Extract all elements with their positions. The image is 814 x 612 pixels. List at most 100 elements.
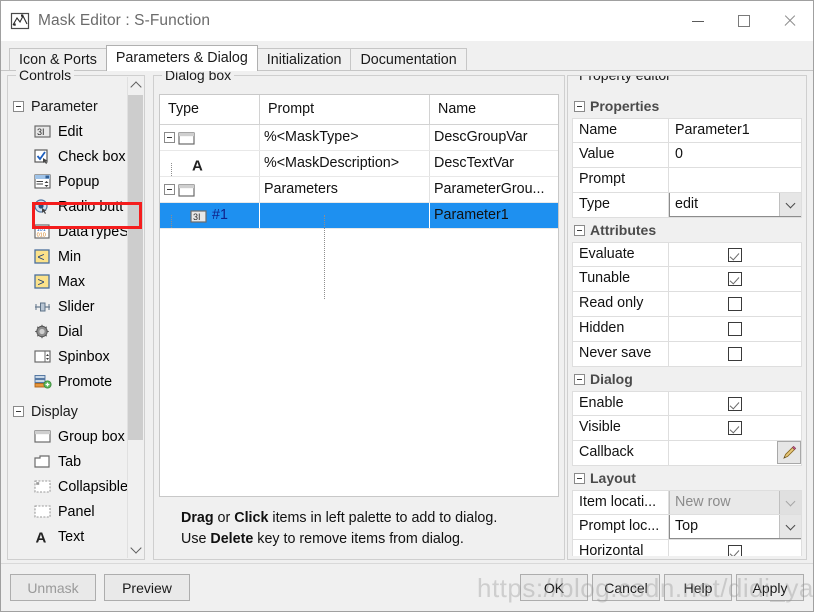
scroll-up-icon[interactable] — [128, 77, 143, 94]
row-prompt-cell[interactable]: Parameters — [260, 177, 430, 202]
property-row-callback[interactable]: Callback — [572, 441, 802, 466]
row-name-cell[interactable]: Parameter1 — [430, 203, 558, 228]
property-section-attributes[interactable]: Attributes — [572, 218, 802, 242]
hidden-checkbox[interactable] — [728, 322, 742, 336]
table-row[interactable]: Parameters ParameterGrou... — [160, 177, 558, 203]
palette-item-text[interactable]: A Text — [9, 524, 128, 549]
property-row-evaluate[interactable]: Evaluate — [572, 242, 802, 267]
value-field[interactable]: 0 — [669, 143, 801, 167]
collapse-expander-icon[interactable] — [574, 101, 585, 112]
item-location-cell: New row — [669, 491, 801, 514]
row-prompt-cell[interactable]: %<MaskType> — [260, 125, 430, 150]
property-row-prompt-location[interactable]: Prompt loc... Top — [572, 515, 802, 540]
property-section-dialog[interactable]: Dialog — [572, 367, 802, 391]
row-prompt-cell[interactable] — [260, 203, 430, 228]
maximize-button[interactable] — [721, 1, 767, 41]
palette-item-collapsible[interactable]: Collapsible — [9, 474, 128, 499]
property-row-item-location[interactable]: Item locati... New row — [572, 490, 802, 515]
type-select[interactable]: edit — [669, 193, 801, 217]
close-button[interactable] — [767, 1, 813, 41]
tab-parameters-and-dialog[interactable]: Parameters & Dialog — [106, 45, 258, 71]
property-row-tunable[interactable]: Tunable — [572, 267, 802, 292]
row-prompt-cell[interactable]: %<MaskDescription> — [260, 151, 430, 176]
property-row-name[interactable]: Name Parameter1 — [572, 118, 802, 143]
name-field[interactable]: Parameter1 — [669, 119, 801, 142]
palette-item-radio-button[interactable]: Radio butt — [9, 194, 128, 219]
palette-group-display[interactable]: Display — [9, 399, 128, 424]
tab-documentation[interactable]: Documentation — [350, 48, 466, 71]
minimize-button[interactable] — [675, 1, 721, 41]
collapse-expander-icon[interactable] — [13, 101, 24, 112]
property-row-read-only[interactable]: Read only — [572, 292, 802, 317]
collapse-expander-icon[interactable] — [574, 225, 585, 236]
apply-button[interactable]: Apply — [736, 574, 804, 601]
palette-item-slider[interactable]: Slider — [9, 294, 128, 319]
ok-button[interactable]: OK — [520, 574, 588, 601]
palette-item-promote[interactable]: Promote — [9, 369, 128, 394]
property-row-prompt[interactable]: Prompt — [572, 168, 802, 193]
visible-checkbox[interactable] — [728, 421, 742, 435]
palette-item-min[interactable]: < Min — [9, 244, 128, 269]
prompt-location-select[interactable]: Top — [669, 515, 801, 539]
property-row-horizontal[interactable]: Horizontal — [572, 540, 802, 556]
property-row-value[interactable]: Value 0 — [572, 143, 802, 168]
property-section-properties[interactable]: Properties — [572, 94, 802, 118]
row-name-cell[interactable]: ParameterGrou... — [430, 177, 558, 202]
palette-group-parameter[interactable]: Parameter — [9, 94, 128, 119]
evaluate-checkbox[interactable] — [728, 248, 742, 262]
prompt-field[interactable] — [669, 168, 801, 192]
never-save-checkbox[interactable] — [728, 347, 742, 361]
property-row-type[interactable]: Type edit — [572, 193, 802, 218]
collapse-expander-icon[interactable] — [13, 406, 24, 417]
palette-item-group-box[interactable]: Group box — [9, 424, 128, 449]
enable-checkbox[interactable] — [728, 397, 742, 411]
row-expander-icon[interactable] — [164, 132, 175, 143]
scroll-down-icon[interactable] — [128, 541, 143, 558]
palette-item-panel[interactable]: Panel — [9, 499, 128, 524]
table-row[interactable]: %<MaskType> DescGroupVar — [160, 125, 558, 151]
row-name-cell[interactable]: DescGroupVar — [430, 125, 558, 150]
column-header-type[interactable]: Type — [160, 95, 260, 124]
palette-item-edit[interactable]: 3I Edit — [9, 119, 128, 144]
palette-item-popup[interactable]: Popup — [9, 169, 128, 194]
palette-item-spinbox[interactable]: Spinbox — [9, 344, 128, 369]
palette-item-dial[interactable]: Dial — [9, 319, 128, 344]
property-row-never-save[interactable]: Never save — [572, 342, 802, 367]
hint-line-1: Drag or Click items in left palette to a… — [181, 508, 559, 529]
palette-item-datatypestr[interactable]: 101010 DataTypeS — [9, 219, 128, 244]
cancel-button[interactable]: Cancel — [592, 574, 660, 601]
help-button[interactable]: Help — [664, 574, 732, 601]
collapse-expander-icon[interactable] — [574, 374, 585, 385]
preview-button[interactable]: Preview — [104, 574, 190, 601]
palette-scrollbar[interactable] — [127, 77, 143, 558]
chevron-down-icon[interactable] — [779, 491, 801, 514]
collapse-expander-icon[interactable] — [574, 473, 585, 484]
dialog-items-grid[interactable]: Type Prompt Name %<MaskType> DescGroupVa… — [159, 94, 559, 497]
table-row[interactable]: 3I #1 Parameter1 — [160, 203, 558, 229]
chevron-down-icon[interactable] — [779, 515, 801, 538]
row-name-cell[interactable]: DescTextVar — [430, 151, 558, 176]
row-expander-icon[interactable] — [164, 184, 175, 195]
table-row[interactable]: A %<MaskDescription> DescTextVar — [160, 151, 558, 177]
property-row-hidden[interactable]: Hidden — [572, 317, 802, 342]
read-only-checkbox[interactable] — [728, 297, 742, 311]
chevron-down-icon[interactable] — [779, 193, 801, 216]
callback-cell[interactable] — [669, 441, 801, 465]
palette-item-max[interactable]: > Max — [9, 269, 128, 294]
scrollbar-thumb[interactable] — [128, 95, 143, 440]
column-header-prompt[interactable]: Prompt — [260, 95, 430, 124]
palette-item-tab[interactable]: Tab — [9, 449, 128, 474]
item-location-select[interactable]: New row — [669, 491, 801, 514]
property-row-visible[interactable]: Visible — [572, 416, 802, 441]
property-section-layout[interactable]: Layout — [572, 466, 802, 490]
unmask-button[interactable]: Unmask — [10, 574, 96, 601]
property-label: Read only — [573, 292, 669, 316]
tunable-checkbox[interactable] — [728, 272, 742, 286]
horizontal-checkbox[interactable] — [728, 545, 742, 556]
property-row-enable[interactable]: Enable — [572, 391, 802, 416]
column-header-name[interactable]: Name — [430, 95, 558, 124]
palette-item-check-box[interactable]: Check box — [9, 144, 128, 169]
mask-editor-icon — [10, 12, 30, 30]
pencil-icon[interactable] — [777, 441, 801, 464]
tab-initialization[interactable]: Initialization — [257, 48, 352, 71]
